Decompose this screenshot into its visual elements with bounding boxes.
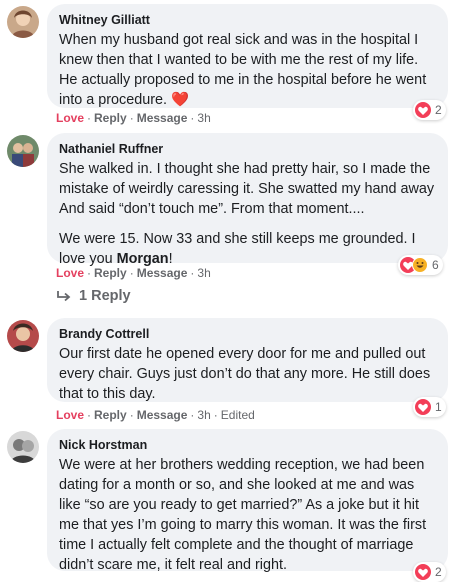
- comment-text: When my husband got real sick and was in…: [59, 32, 427, 108]
- comment-bubble: Nick Horstman We were at her brothers we…: [47, 429, 448, 573]
- comment-actions: Love · Reply · Message · 3h · Edited: [56, 408, 255, 422]
- replies-count-label: 1 Reply: [79, 288, 131, 304]
- reply-arrow-icon: [57, 291, 71, 302]
- comment-text: We were at her brothers wedding receptio…: [59, 457, 427, 573]
- commenter-name[interactable]: Brandy Cottrell: [59, 327, 436, 341]
- reaction-summary[interactable]: 6: [398, 255, 443, 275]
- comment-actions: Love · Reply · Message · 3h: [56, 111, 211, 125]
- commenter-name[interactable]: Whitney Gilliatt: [59, 13, 436, 27]
- message-button[interactable]: Message: [137, 266, 188, 280]
- love-reaction-icon: [415, 564, 431, 580]
- haha-reaction-icon: [412, 257, 428, 273]
- reply-button[interactable]: Reply: [94, 408, 127, 422]
- avatar-photo-icon: [7, 135, 39, 167]
- love-button[interactable]: Love: [56, 408, 84, 422]
- reply-button[interactable]: Reply: [94, 111, 127, 125]
- avatar-photo-icon: [7, 431, 39, 463]
- reaction-count: 2: [435, 103, 442, 117]
- avatar-photo-icon: [7, 320, 39, 352]
- reaction-count: 2: [435, 565, 442, 579]
- avatar[interactable]: [7, 320, 39, 352]
- avatar[interactable]: [7, 431, 39, 463]
- comment-paragraph: She walked in. I thought she had pretty …: [59, 161, 435, 217]
- love-reaction-icon: [415, 399, 431, 415]
- message-button[interactable]: Message: [137, 111, 188, 125]
- comment-bubble: Nathaniel Ruffner She walked in. I thoug…: [47, 133, 448, 267]
- message-button[interactable]: Message: [137, 408, 188, 422]
- comment-paragraph: We were 15. Now 33 and she still keeps m…: [59, 229, 436, 269]
- edited-label[interactable]: Edited: [221, 408, 255, 422]
- commenter-name[interactable]: Nathaniel Ruffner: [59, 142, 436, 156]
- timestamp[interactable]: 3h: [197, 408, 210, 422]
- reaction-count: 1: [435, 400, 442, 414]
- reply-button[interactable]: Reply: [94, 266, 127, 280]
- reaction-summary[interactable]: 2: [413, 562, 446, 582]
- love-button[interactable]: Love: [56, 111, 84, 125]
- comment-actions: Love · Reply · Message · 3h: [56, 266, 211, 280]
- comment-bubble: Whitney Gilliatt When my husband got rea…: [47, 4, 448, 108]
- comment-paragraph-text: We were 15. Now 33 and she still keeps m…: [59, 231, 416, 267]
- comment-bubble: Brandy Cottrell Our first date he opened…: [47, 318, 448, 402]
- comment-paragraph-end: !: [168, 251, 173, 267]
- avatar[interactable]: [7, 135, 39, 167]
- timestamp[interactable]: 3h: [197, 266, 210, 280]
- reaction-summary[interactable]: 2: [413, 100, 446, 120]
- avatar-photo-icon: [7, 6, 39, 38]
- avatar[interactable]: [7, 6, 39, 38]
- view-replies-link[interactable]: 1 Reply: [56, 288, 131, 304]
- commenter-name[interactable]: Nick Horstman: [59, 438, 436, 452]
- love-button[interactable]: Love: [56, 266, 84, 280]
- love-reaction-icon: [415, 102, 431, 118]
- reaction-count: 6: [432, 258, 439, 272]
- timestamp[interactable]: 3h: [197, 111, 210, 125]
- mention-link[interactable]: Morgan: [117, 251, 169, 267]
- reaction-summary[interactable]: 1: [413, 397, 446, 417]
- comment-text: Our first date he opened every door for …: [59, 346, 431, 402]
- comment-text: She walked in. I thought she had pretty …: [59, 159, 436, 269]
